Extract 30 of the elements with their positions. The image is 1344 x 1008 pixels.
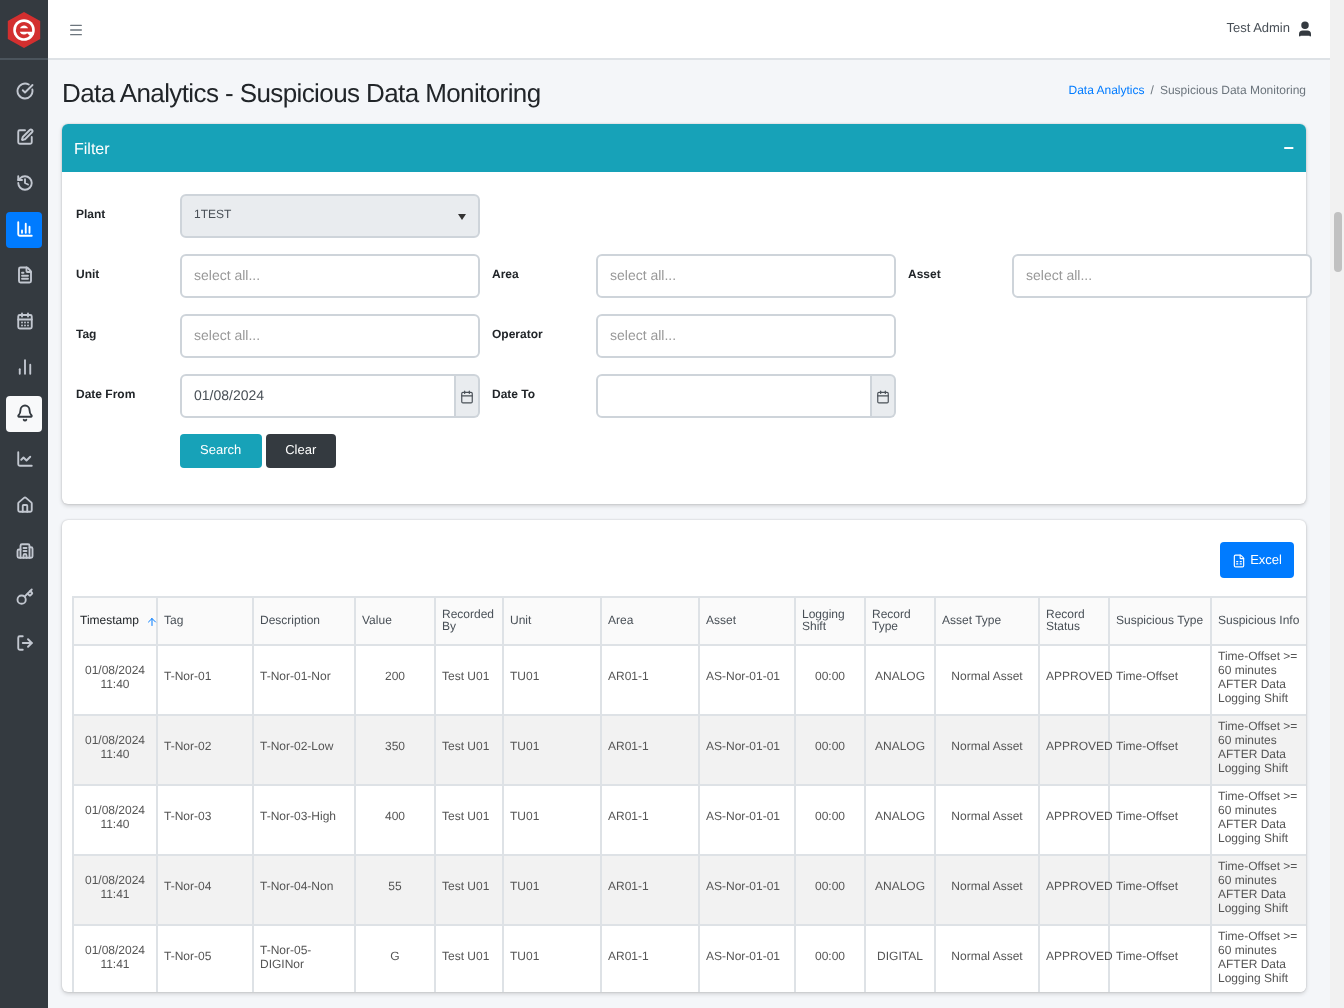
line-chart-icon [15,450,33,468]
user-icon[interactable] [1296,20,1314,38]
bar-chart-icon [15,220,33,238]
building-icon [15,542,33,560]
menu-icon [68,21,84,37]
sidebar-item[interactable] [6,395,42,431]
calendar-button[interactable] [456,374,480,418]
page-title: Data Analytics - Suspicious Data Monitoring [62,77,541,107]
bar-chart-icon [15,358,33,376]
check-circle-icon [15,82,33,100]
logout-icon [15,634,33,652]
calendar-icon [460,389,474,403]
document-icon [15,266,33,284]
sidebar-item[interactable] [6,211,42,247]
history-icon [15,174,33,192]
scrollbar[interactable] [1330,0,1344,1008]
edit-icon [15,128,33,146]
home-icon [15,496,33,514]
calendar-button[interactable] [872,374,896,418]
date-field[interactable] [596,374,872,418]
key-icon [15,588,33,606]
bell-icon [15,404,33,422]
logo-icon [6,11,42,47]
caret-icon [458,213,466,219]
calendar-icon [876,389,890,403]
file-icon [1232,553,1247,567]
menu-button[interactable] [68,21,84,37]
calendar-icon [15,312,33,330]
filter-title: Filter [74,139,110,157]
sort-arrow-icon [146,615,159,627]
